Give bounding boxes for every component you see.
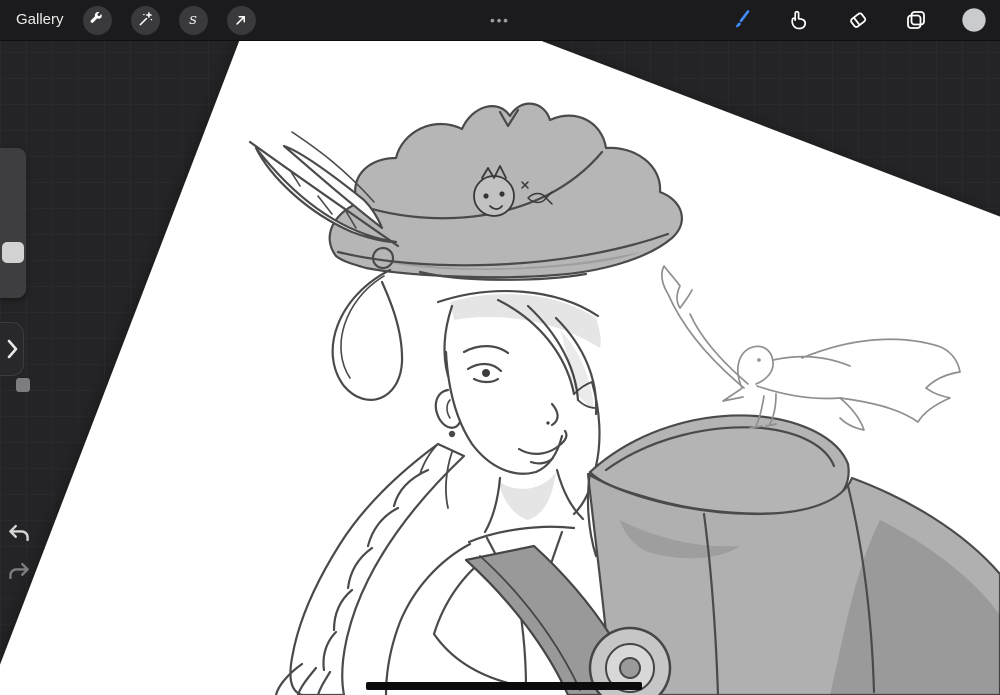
eraser-icon bbox=[850, 12, 867, 28]
color-swatch-icon bbox=[962, 8, 986, 32]
transform-arrow-icon bbox=[236, 16, 245, 25]
sidebar-expand-handle[interactable] bbox=[0, 322, 24, 376]
paint-tool-button[interactable] bbox=[728, 6, 756, 34]
color-button[interactable] bbox=[960, 6, 988, 34]
slider-handle[interactable] bbox=[2, 242, 24, 263]
wrench-icon bbox=[90, 11, 102, 23]
canvas-options-button[interactable]: ••• bbox=[490, 0, 510, 40]
erase-tool-button[interactable] bbox=[844, 6, 872, 34]
topbar-left-group: Gallery S bbox=[0, 0, 256, 40]
undo-arrow-icon bbox=[9, 524, 29, 542]
layers-icon bbox=[907, 11, 925, 29]
ellipsis-icon: ••• bbox=[490, 12, 510, 28]
gallery-button[interactable]: Gallery bbox=[16, 0, 64, 40]
smudge-tool-button[interactable] bbox=[786, 6, 814, 34]
brush-size-slider[interactable] bbox=[0, 148, 26, 298]
selection-button[interactable]: S bbox=[178, 5, 208, 35]
bottom-black-line bbox=[366, 682, 642, 690]
magic-wand-icon bbox=[139, 12, 153, 26]
adjustments-button[interactable] bbox=[130, 5, 160, 35]
actions-button[interactable] bbox=[82, 5, 112, 35]
selection-s-icon: S bbox=[189, 13, 197, 27]
redo-button[interactable] bbox=[4, 556, 34, 586]
modify-button[interactable] bbox=[16, 378, 30, 392]
svg-text:S: S bbox=[189, 13, 197, 27]
redo-arrow-icon bbox=[9, 562, 29, 580]
layers-button[interactable] bbox=[902, 6, 930, 34]
procreate-window: Gallery S ••• bbox=[0, 0, 1000, 695]
undo-button[interactable] bbox=[4, 518, 34, 548]
drawing-canvas[interactable] bbox=[0, 0, 1000, 695]
smudge-finger-icon bbox=[791, 10, 807, 30]
chevron-right-icon bbox=[7, 339, 17, 359]
topbar-right-group bbox=[728, 6, 1000, 34]
topbar: Gallery S ••• bbox=[0, 0, 1000, 41]
transform-button[interactable] bbox=[226, 5, 256, 35]
paint-brush-icon bbox=[735, 10, 750, 28]
